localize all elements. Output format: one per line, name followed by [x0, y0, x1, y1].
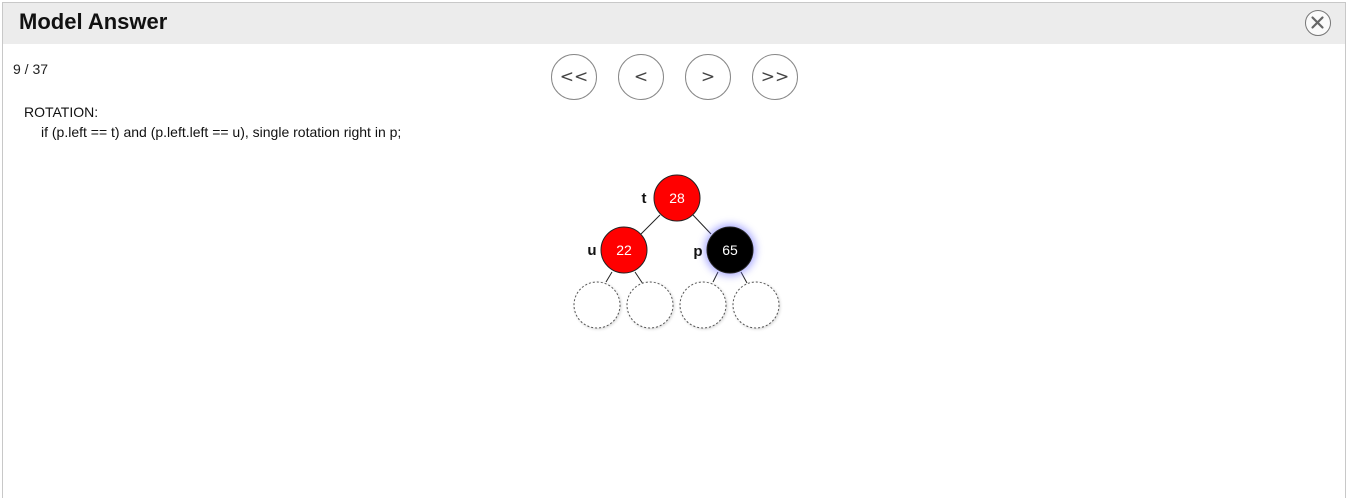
- empty-leaf: [573, 281, 621, 329]
- edge-22-right: [634, 271, 644, 285]
- empty-leaf: [679, 281, 727, 329]
- tree-node-28: 28 t: [642, 174, 701, 222]
- empty-leaf: [626, 281, 674, 329]
- node-variable-label: p: [693, 243, 702, 260]
- node-variable-label: t: [642, 190, 647, 207]
- tree-node-22: 22 u: [587, 226, 648, 274]
- tree-node-65: 65 p: [693, 224, 756, 276]
- node-variable-label: u: [587, 242, 596, 259]
- edge-65-right: [740, 271, 748, 284]
- edge-28-65: [692, 214, 712, 235]
- model-answer-dialog: Model Answer 9 / 37 << < > >> ROTATION: …: [2, 2, 1346, 498]
- edge-28-22: [640, 214, 661, 235]
- empty-leaves: [573, 281, 780, 329]
- node-value: 22: [616, 242, 632, 258]
- red-black-tree: 28 t 22 u 65 p: [573, 174, 780, 329]
- node-value: 65: [722, 242, 738, 258]
- edge-65-left: [712, 271, 719, 283]
- empty-leaf: [732, 281, 780, 329]
- node-value: 28: [669, 190, 685, 206]
- edge-22-left: [605, 271, 613, 283]
